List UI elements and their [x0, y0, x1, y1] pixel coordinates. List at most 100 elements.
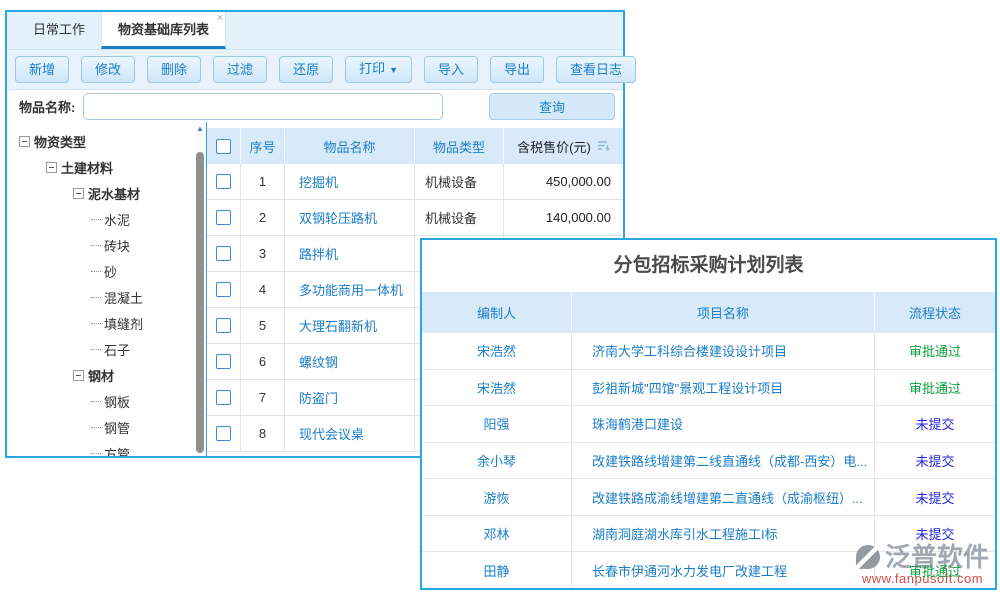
tree-item-steel[interactable]: 钢材: [7, 362, 206, 388]
project-link[interactable]: 改建铁路线增建第二线直通线（成都-西安）电...: [592, 451, 867, 470]
item-link[interactable]: 螺纹钢: [299, 352, 338, 371]
table-row: 1 挖掘机 机械设备 450,000.00: [207, 164, 623, 200]
status-badge: 未提交: [915, 524, 954, 543]
plan-row: 阳强 珠海鹤港口建设 未提交: [422, 405, 995, 442]
project-link[interactable]: 改建铁路成渝线增建第二直通线（成渝枢纽）...: [592, 488, 863, 507]
item-link[interactable]: 多功能商用一体机: [299, 280, 403, 299]
close-icon[interactable]: ×: [217, 13, 223, 24]
item-price: 140,000.00: [504, 200, 623, 235]
print-button[interactable]: 打印▼: [345, 56, 412, 83]
project-link[interactable]: 湖南洞庭湖水库引水工程施工I标: [592, 524, 778, 543]
delete-button[interactable]: 删除: [147, 56, 201, 83]
item-link[interactable]: 路拌机: [299, 244, 338, 263]
tree-branch-line: [91, 453, 101, 454]
row-checkbox[interactable]: [216, 390, 231, 405]
status-badge: 审批通过: [909, 561, 961, 580]
row-checkbox[interactable]: [216, 426, 231, 441]
tree-item-mud-water-base[interactable]: 泥水基材: [7, 180, 206, 206]
plan-row: 宋浩然 彭祖新城"四馆"景观工程设计项目 审批通过: [422, 369, 995, 406]
item-name-input[interactable]: [83, 93, 443, 120]
tree-item-square-pipe[interactable]: 方管: [7, 440, 206, 456]
query-button[interactable]: 查询: [489, 93, 615, 120]
row-checkbox[interactable]: [216, 318, 231, 333]
column-header-price[interactable]: 含税售价(元): [504, 128, 623, 164]
project-link[interactable]: 长春市伊通河水力发电厂改建工程: [592, 561, 787, 580]
tree-label: 方管: [104, 444, 130, 457]
tab-materials-library[interactable]: 物资基础库列表 ×: [101, 12, 226, 49]
select-all-checkbox[interactable]: [216, 139, 231, 154]
restore-button[interactable]: 还原: [279, 56, 333, 83]
project-link[interactable]: 彭祖新城"四馆"景观工程设计项目: [592, 378, 783, 397]
scroll-up-icon[interactable]: ▲: [194, 122, 206, 136]
view-log-button[interactable]: 查看日志: [556, 56, 636, 83]
plan-row: 邓林 湖南洞庭湖水库引水工程施工I标 未提交: [422, 515, 995, 552]
column-header-status: 流程状态: [875, 292, 995, 332]
tree-label: 填缝剂: [104, 314, 143, 333]
tree-item-concrete[interactable]: 混凝土: [7, 284, 206, 310]
popup-header-row: 编制人 项目名称 流程状态: [422, 292, 995, 332]
tree-item-gravel[interactable]: 石子: [7, 336, 206, 362]
item-link[interactable]: 现代会议桌: [299, 424, 364, 443]
tree-label: 物资类型: [34, 132, 86, 151]
tree-item-steel-plate[interactable]: 钢板: [7, 388, 206, 414]
subcontract-bid-plan-popup: 分包招标采购计划列表 编制人 项目名称 流程状态 宋浩然 济南大学工科综合楼建设…: [420, 238, 997, 590]
tab-materials-label: 物资基础库列表: [118, 22, 209, 37]
creator-link[interactable]: 游恢: [483, 488, 509, 507]
column-header-project: 项目名称: [572, 292, 875, 332]
plan-row: 宋浩然 济南大学工科综合楼建设设计项目 审批通过: [422, 332, 995, 369]
print-label: 打印: [359, 61, 385, 76]
item-link[interactable]: 防盗门: [299, 388, 338, 407]
row-num: 7: [241, 380, 285, 415]
import-button[interactable]: 导入: [424, 56, 478, 83]
creator-link[interactable]: 余小琴: [477, 451, 516, 470]
row-checkbox[interactable]: [216, 246, 231, 261]
row-num: 2: [241, 200, 285, 235]
tree-branch-line: [91, 323, 101, 324]
tree-branch-line: [91, 271, 101, 272]
column-header-type: 物品类型: [415, 128, 504, 164]
tree-label: 混凝土: [104, 288, 143, 307]
row-checkbox[interactable]: [216, 354, 231, 369]
plan-row: 田静 长春市伊通河水力发电厂改建工程 审批通过: [422, 551, 995, 588]
item-type: 机械设备: [415, 164, 504, 199]
status-badge: 未提交: [915, 451, 954, 470]
project-link[interactable]: 济南大学工科综合楼建设设计项目: [592, 341, 787, 360]
tab-daily-work[interactable]: 日常工作: [17, 12, 101, 49]
project-link[interactable]: 珠海鹤港口建设: [592, 414, 683, 433]
tree-item-steel-pipe[interactable]: 钢管: [7, 414, 206, 440]
filter-button[interactable]: 过滤: [213, 56, 267, 83]
tree-item-grout[interactable]: 填缝剂: [7, 310, 206, 336]
creator-link[interactable]: 宋浩然: [477, 341, 516, 360]
collapse-icon[interactable]: [73, 188, 84, 199]
creator-link[interactable]: 田静: [483, 561, 509, 580]
item-name-label: 物品名称:: [19, 97, 75, 116]
edit-button[interactable]: 修改: [81, 56, 135, 83]
column-header-creator: 编制人: [422, 292, 572, 332]
row-num: 5: [241, 308, 285, 343]
tree-branch-line: [91, 245, 101, 246]
tree-label: 砂: [104, 262, 117, 281]
row-checkbox[interactable]: [216, 174, 231, 189]
tree-item-sand[interactable]: 砂: [7, 258, 206, 284]
collapse-icon[interactable]: [46, 162, 57, 173]
item-link[interactable]: 挖掘机: [299, 172, 338, 191]
item-type: 机械设备: [415, 200, 504, 235]
tree-item-brick[interactable]: 砖块: [7, 232, 206, 258]
scrollbar-thumb[interactable]: [196, 152, 204, 453]
creator-link[interactable]: 阳强: [483, 414, 509, 433]
tree-item-cement[interactable]: 水泥: [7, 206, 206, 232]
item-link[interactable]: 双钢轮压路机: [299, 208, 377, 227]
sort-desc-icon[interactable]: [596, 140, 610, 152]
tree-item-material-type[interactable]: 物资类型: [7, 128, 206, 154]
row-checkbox[interactable]: [216, 210, 231, 225]
item-link[interactable]: 大理石翻新机: [299, 316, 377, 335]
collapse-icon[interactable]: [19, 136, 30, 147]
creator-link[interactable]: 邓林: [483, 524, 509, 543]
export-button[interactable]: 导出: [490, 56, 544, 83]
row-checkbox[interactable]: [216, 282, 231, 297]
collapse-icon[interactable]: [73, 370, 84, 381]
add-button[interactable]: 新增: [15, 56, 69, 83]
creator-link[interactable]: 宋浩然: [477, 378, 516, 397]
table-row: 2 双钢轮压路机 机械设备 140,000.00: [207, 200, 623, 236]
tree-item-civil-materials[interactable]: 土建材料: [7, 154, 206, 180]
